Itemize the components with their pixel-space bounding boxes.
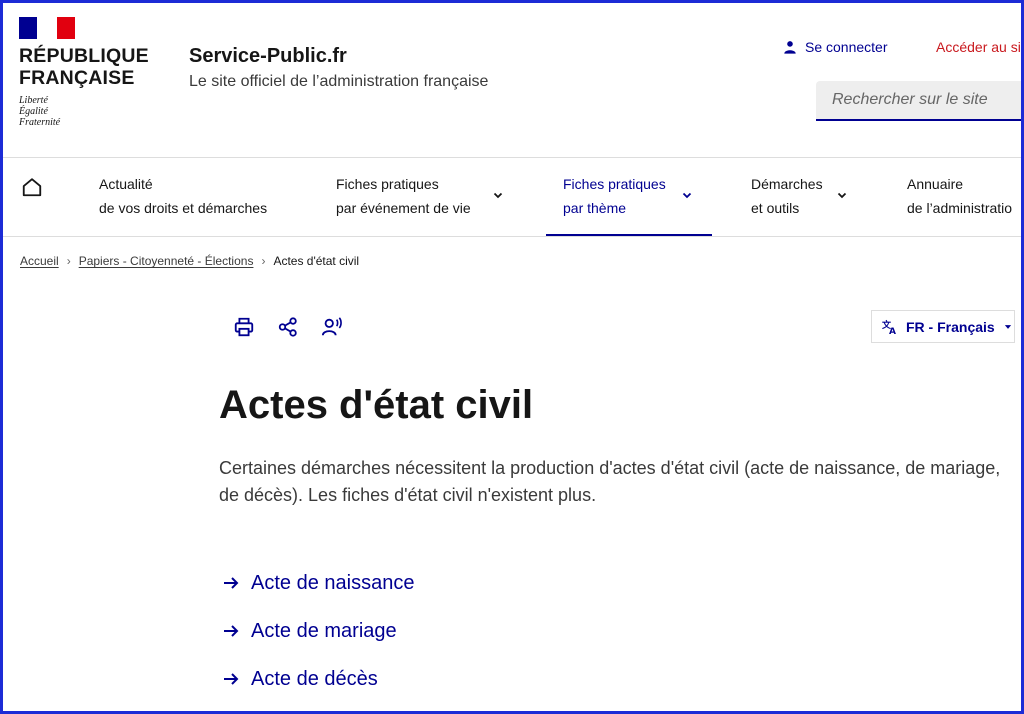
search-input[interactable] [816,81,1021,119]
breadcrumb: Accueil › Papiers - Citoyenneté - Électi… [20,254,359,268]
breadcrumb-link-accueil[interactable]: Accueil [20,254,59,268]
breadcrumb-link-papiers[interactable]: Papiers - Citoyenneté - Élections [79,254,254,268]
chevron-down-icon [837,192,847,199]
arrow-right-icon [224,577,239,589]
link-acte-deces[interactable]: Acte de décès [221,655,414,703]
chevron-right-icon: › [66,254,71,268]
language-selector[interactable]: 文A FR - Français [871,310,1015,343]
share-icon [278,317,297,337]
page-intro: Certaines démarches nécessitent la produ… [219,458,1001,505]
site-subtitle: Le site officiel de l’administration fra… [189,73,489,90]
republique-francaise-logo[interactable]: RÉPUBLIQUE FRANÇAISE Liberté Égalité Fra… [19,17,149,128]
site-title[interactable]: Service-Public.fr [189,45,347,68]
print-button[interactable] [233,315,255,339]
search-box[interactable] [816,81,1021,121]
page-tools [233,315,343,339]
caret-down-icon [1004,324,1011,329]
chevron-down-icon [682,192,692,199]
nav-item-actualite[interactable]: Actualité de vos droits et démarches [99,172,267,220]
related-links: Acte de naissance Acte de mariage Acte d… [221,559,414,703]
chevron-right-icon: › [261,254,266,268]
chevron-down-icon [493,192,503,199]
print-icon [234,317,254,337]
nav-item-fiches-evenement[interactable]: Fiches pratiques par événement de vie [336,172,503,220]
arrow-right-icon [224,625,239,637]
arrow-right-icon [224,673,239,685]
site-header: RÉPUBLIQUE FRANÇAISE Liberté Égalité Fra… [3,3,1021,158]
breadcrumb-current: Actes d'état civil [273,254,360,268]
nav-item-demarches[interactable]: Démarches et outils [751,172,847,220]
link-acte-mariage[interactable]: Acte de mariage [221,607,414,655]
svg-text:A: A [889,327,896,335]
listen-button[interactable] [321,315,343,339]
page-title: Actes d'état civil [219,383,534,427]
main-navigation: Actualité de vos droits et démarches Fic… [3,158,1021,237]
user-icon [784,41,796,54]
republic-motto: Liberté Égalité Fraternité [19,95,61,128]
nav-item-annuaire[interactable]: Annuaire de l’administratio [907,172,1012,220]
nav-item-fiches-theme[interactable]: Fiches pratiques par thème [563,172,692,220]
link-acte-naissance[interactable]: Acte de naissance [221,559,414,607]
speaker-voice-icon [321,317,342,336]
share-button[interactable] [277,315,299,339]
language-label: FR - Français [906,318,995,335]
acceder-link[interactable]: Accéder au si [936,39,1021,55]
browser-frame: RÉPUBLIQUE FRANÇAISE Liberté Égalité Fra… [0,0,1024,714]
login-link[interactable]: Se connecter [783,39,888,55]
active-nav-indicator [546,234,712,236]
translate-icon: 文A [882,319,896,335]
marianne-flag-icon [19,17,75,39]
home-icon[interactable] [21,176,43,198]
republique-wordmark: RÉPUBLIQUE FRANÇAISE [19,45,149,89]
login-label: Se connecter [805,39,888,55]
